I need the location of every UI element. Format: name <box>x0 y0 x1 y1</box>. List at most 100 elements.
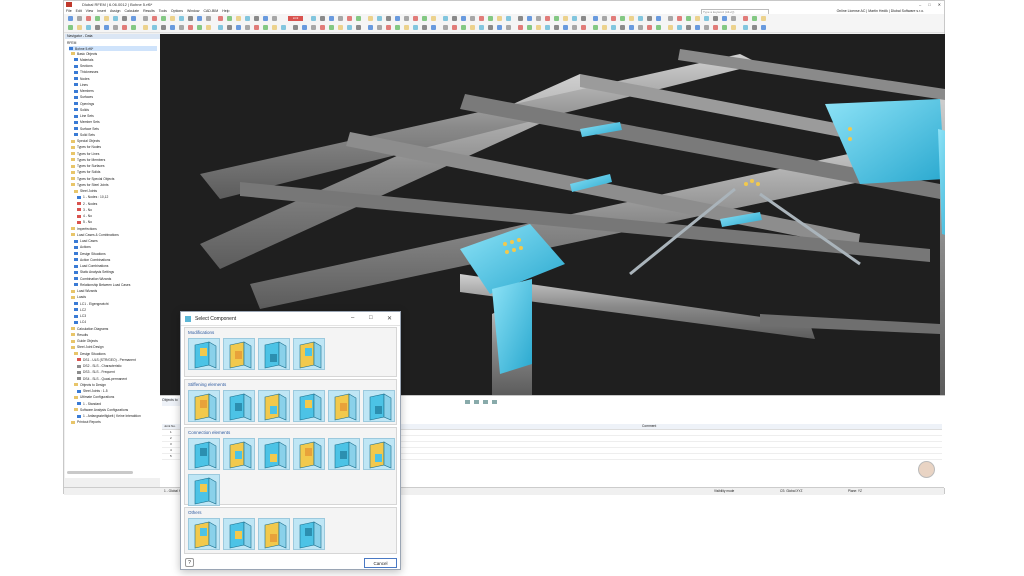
toolbar-button-icon[interactable] <box>761 25 766 30</box>
toolbar-button-icon[interactable] <box>677 16 682 21</box>
toolbar-button-icon[interactable] <box>320 25 325 30</box>
toolbar-button-icon[interactable] <box>272 25 277 30</box>
navigator-item[interactable]: Surfaces <box>74 95 93 100</box>
toolbar-button-icon[interactable] <box>218 16 223 21</box>
toolbar-button-icon[interactable] <box>179 16 184 21</box>
menu-assign[interactable]: Assign <box>110 9 121 13</box>
navigator-item[interactable]: Sections <box>74 64 93 69</box>
stiffener-a-icon[interactable] <box>188 390 220 422</box>
stiffener-b-icon[interactable] <box>223 390 255 422</box>
toolbar-button-icon[interactable] <box>470 25 475 30</box>
toolbar-button-icon[interactable] <box>281 25 286 30</box>
toolbar-button-icon[interactable] <box>677 25 682 30</box>
toolbar-button-icon[interactable] <box>263 25 268 30</box>
navigator-item[interactable]: Combination Wizards <box>74 276 111 281</box>
toolbar-button-icon[interactable] <box>629 16 634 21</box>
toolbar-button-icon[interactable] <box>113 25 118 30</box>
toolbar-button-icon[interactable] <box>518 25 523 30</box>
fin-plate-icon[interactable] <box>223 438 255 470</box>
stiffener-d-icon[interactable] <box>293 390 325 422</box>
toolbar-button-icon[interactable] <box>329 16 334 21</box>
navigator-item[interactable]: Thicknesses <box>74 70 98 75</box>
toolbar-button-icon[interactable] <box>536 16 541 21</box>
toolbar-button-icon[interactable] <box>572 16 577 21</box>
navigator-item[interactable]: 1 - Anfangssteifigkeit | Keine Interakti… <box>77 414 141 419</box>
navigator-item[interactable]: Members <box>74 89 94 94</box>
navigator-item[interactable]: Materials <box>74 57 93 62</box>
menu-cad-bim[interactable]: CAD-BIM <box>203 9 218 13</box>
toolbar-button-icon[interactable] <box>563 16 568 21</box>
cutting-plane-icon[interactable] <box>223 518 255 550</box>
toolbar-button-icon[interactable] <box>668 25 673 30</box>
toolbar-button-icon[interactable] <box>263 16 268 21</box>
toolbar-button-icon[interactable] <box>743 25 748 30</box>
toolbar-button-icon[interactable] <box>188 25 193 30</box>
toolbar-button-icon[interactable] <box>497 25 502 30</box>
toolbar-button-icon[interactable] <box>656 16 661 21</box>
toolbar-button-icon[interactable] <box>254 25 259 30</box>
toolbar-button-icon[interactable] <box>395 16 400 21</box>
toolbar-button-icon[interactable] <box>470 16 475 21</box>
toolbar-button-icon[interactable] <box>593 16 598 21</box>
navigator-item[interactable]: Results <box>71 332 88 337</box>
navigator-item[interactable]: Design Situations <box>74 351 106 356</box>
toolbar-button-icon[interactable] <box>86 25 91 30</box>
navigator-item[interactable]: Load Cases <box>74 239 98 244</box>
dialog-maximize-button[interactable]: □ <box>369 315 373 321</box>
toolbar-button-icon[interactable] <box>443 25 448 30</box>
toolbar-button-icon[interactable] <box>143 16 148 21</box>
navigator-item[interactable]: Solid Sets <box>74 132 95 137</box>
toolbar-button-icon[interactable] <box>68 16 73 21</box>
toolbar-button-icon[interactable] <box>431 25 436 30</box>
toolbar-button-icon[interactable] <box>311 25 316 30</box>
toolbar-button-icon[interactable] <box>272 16 277 21</box>
toolbar-button-icon[interactable] <box>593 25 598 30</box>
toolbar-button-icon[interactable] <box>722 16 727 21</box>
toolbar-button-icon[interactable] <box>68 25 73 30</box>
toolbar-button-icon[interactable] <box>236 16 241 21</box>
stiffener-c-icon[interactable] <box>258 390 290 422</box>
navigator-item[interactable]: Imperfections <box>71 226 97 231</box>
toolbar-button-icon[interactable] <box>413 16 418 21</box>
navigator-item[interactable]: Ultimate Configurations <box>74 395 114 400</box>
toolbar-button-icon[interactable] <box>431 16 436 21</box>
toolbar-button-icon[interactable] <box>695 16 700 21</box>
menu-calculate[interactable]: Calculate <box>124 9 139 13</box>
toolbar-button-icon[interactable] <box>179 25 184 30</box>
toolbar-button-icon[interactable] <box>479 16 484 21</box>
menu-view[interactable]: View <box>86 9 94 13</box>
plate-cut-icon[interactable] <box>223 338 255 370</box>
menu-insert[interactable]: Insert <box>97 9 106 13</box>
menu-options[interactable]: Options <box>171 9 183 13</box>
navigator-item[interactable]: LC4 <box>74 320 86 325</box>
toolbar-button-icon[interactable] <box>245 16 250 21</box>
navigator-item[interactable]: 1 - Nodes : 10,12 <box>77 195 108 200</box>
toolbar-button-icon[interactable] <box>545 25 550 30</box>
toolbar-button-icon[interactable] <box>518 16 523 21</box>
toolbar-button-icon[interactable] <box>131 25 136 30</box>
menu-results[interactable]: Results <box>143 9 155 13</box>
toolbar-button-icon[interactable] <box>377 25 382 30</box>
navigator-item[interactable]: Load Wizards <box>71 289 97 294</box>
close-button[interactable]: ✕ <box>938 2 941 7</box>
navigator-item[interactable]: Calculation Diagrams <box>71 326 108 331</box>
dialog-close-button[interactable]: ✕ <box>387 315 392 322</box>
toolbar-button-icon[interactable] <box>611 25 616 30</box>
load-case-badge[interactable]: LC2 <box>288 16 303 21</box>
maximize-button[interactable]: □ <box>928 2 930 7</box>
toolbar-button-icon[interactable] <box>602 16 607 21</box>
toolbar-button-icon[interactable] <box>731 16 736 21</box>
toolbar-button-icon[interactable] <box>347 25 352 30</box>
toolbar-button-icon[interactable] <box>347 16 352 21</box>
toolbar-button-icon[interactable] <box>647 16 652 21</box>
table-tool-icon[interactable] <box>474 400 479 404</box>
toolbar-button-icon[interactable] <box>461 16 466 21</box>
plate-editor-icon[interactable] <box>293 338 325 370</box>
toolbar-button-icon[interactable] <box>686 25 691 30</box>
toolbar-button-icon[interactable] <box>122 25 127 30</box>
help-button[interactable]: ? <box>185 558 194 567</box>
toolbar-button-icon[interactable] <box>554 16 559 21</box>
toolbar-button-icon[interactable] <box>695 25 700 30</box>
toolbar-button-icon[interactable] <box>638 25 643 30</box>
toolbar-button-icon[interactable] <box>704 25 709 30</box>
